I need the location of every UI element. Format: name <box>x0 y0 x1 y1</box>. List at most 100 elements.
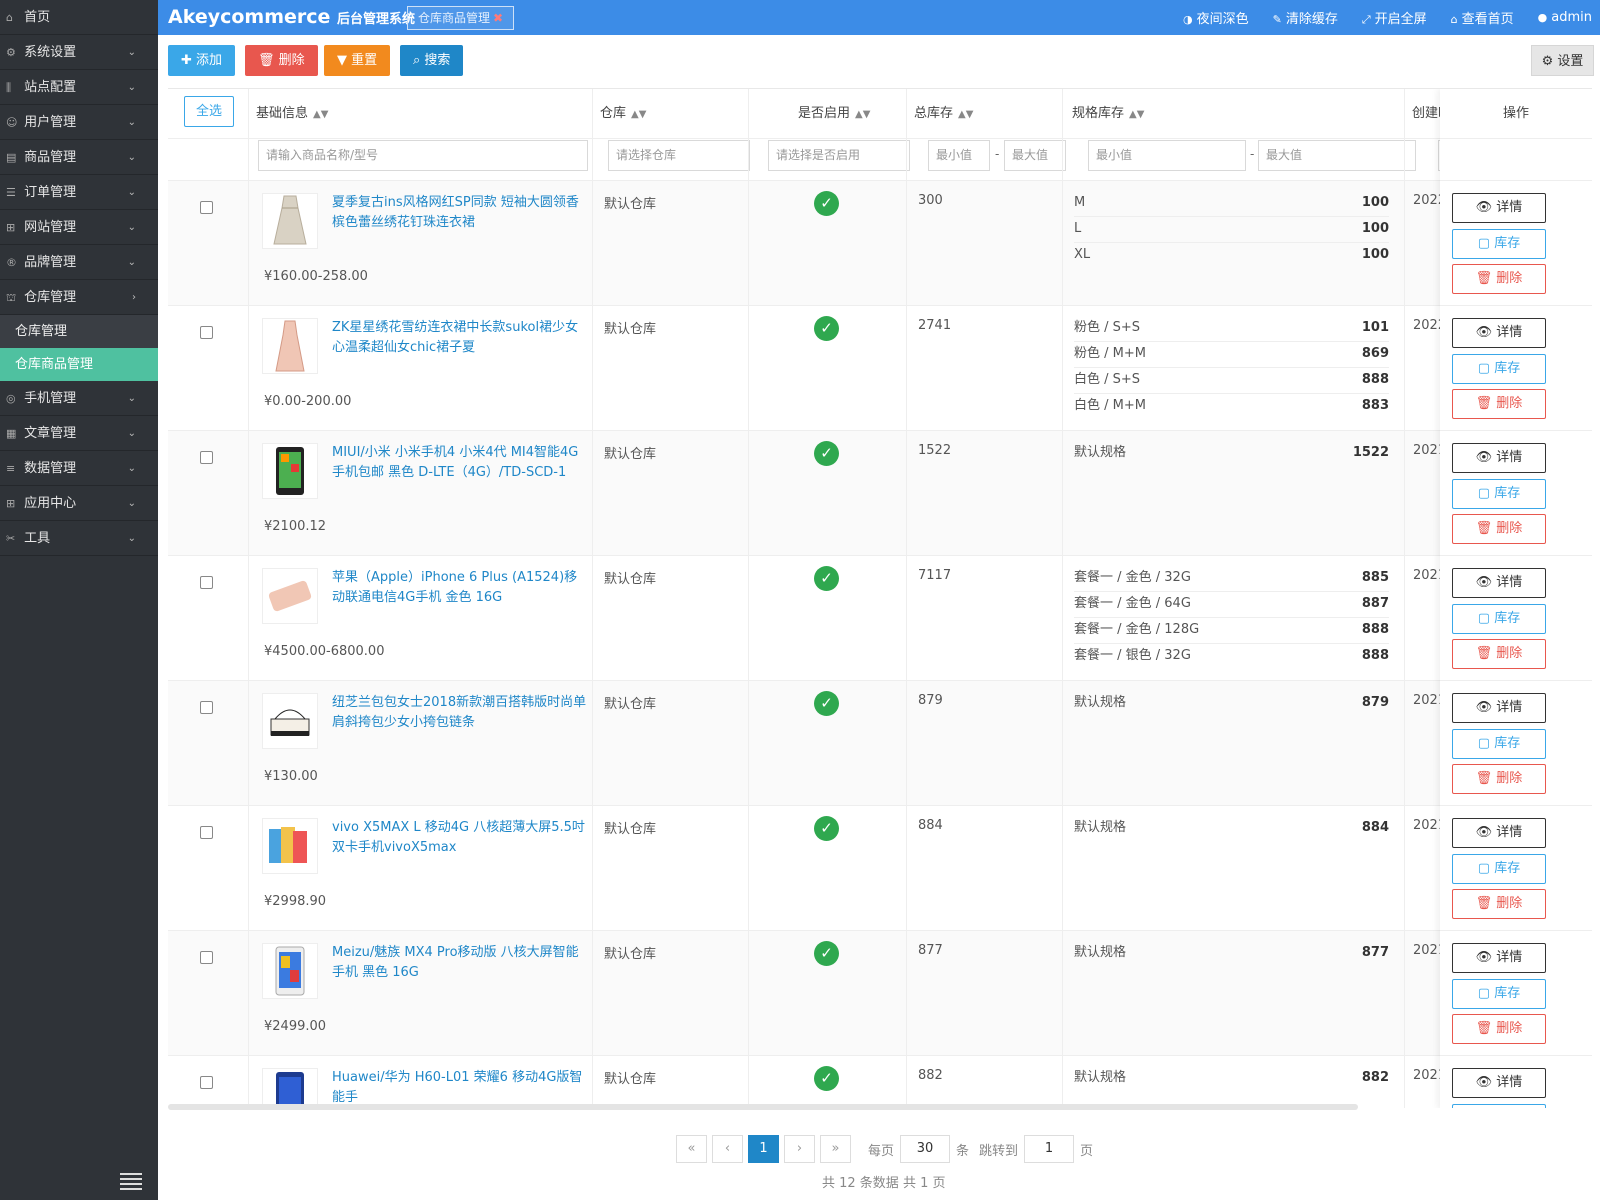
header-enabled[interactable]: 是否启用 ▲▼ <box>798 89 870 139</box>
product-thumbnail[interactable] <box>262 818 318 874</box>
row-checkbox[interactable] <box>200 326 213 339</box>
product-thumbnail[interactable] <box>262 443 318 499</box>
sort-icon[interactable]: ▲▼ <box>1129 109 1144 120</box>
top-link-4[interactable]: ● admin <box>1538 10 1592 25</box>
stock-min-input[interactable]: 最小值 <box>928 140 990 171</box>
brand-logo[interactable]: Akeycommerce 后台管理系统 <box>168 6 415 28</box>
spec-max-input[interactable]: 最大值 <box>1258 140 1416 171</box>
stock-button[interactable]: ▢ 库存 <box>1452 854 1546 884</box>
top-link-2[interactable]: ⤢ 开启全屏 <box>1362 8 1427 27</box>
prev-page-button[interactable]: ‹ <box>712 1135 743 1163</box>
sort-icon[interactable]: ▲▼ <box>855 109 870 120</box>
stock-button[interactable]: ▢ 库存 <box>1452 604 1546 634</box>
sidebar-item-3[interactable]: ☺ 用户管理 ⌄ <box>0 105 158 140</box>
tab-warehouse-goods[interactable]: 仓库商品管理 ✖ <box>407 6 515 30</box>
next-page-button[interactable]: › <box>784 1135 815 1163</box>
row-checkbox[interactable] <box>200 951 213 964</box>
warehouse-filter-select[interactable]: 请选择仓库 <box>608 140 750 171</box>
sidebar-item-a4[interactable]: ✂ 工具 ⌄ <box>0 521 158 556</box>
close-icon[interactable]: ✖ <box>493 11 503 25</box>
sidebar-subitem-0[interactable]: 仓库管理 <box>0 315 158 348</box>
jump-page-input[interactable]: 1 <box>1024 1135 1075 1163</box>
product-thumbnail[interactable] <box>262 1068 318 1108</box>
stock-max-input[interactable]: 最大值 <box>1004 140 1066 171</box>
row-checkbox[interactable] <box>200 1076 213 1089</box>
row-delete-button[interactable]: 🗑 删除 <box>1452 764 1546 794</box>
sidebar-item-2[interactable]: ⫼ 站点配置 ⌄ <box>0 70 158 105</box>
sidebar-item-1[interactable]: ⚙ 系统设置 ⌄ <box>0 35 158 70</box>
row-delete-button[interactable]: 🗑 删除 <box>1452 1014 1546 1044</box>
detail-button[interactable]: 👁 详情 <box>1452 693 1546 723</box>
page-1-button[interactable]: 1 <box>748 1135 779 1163</box>
sidebar-item-a1[interactable]: ▦ 文章管理 ⌄ <box>0 416 158 451</box>
product-name-link[interactable]: ZK星星绣花雪纺连衣裙中长款sukol裙少女心温柔超仙女chic裙子夏 <box>332 318 587 358</box>
header-spec-stock[interactable]: 规格库存 ▲▼ <box>1072 89 1144 139</box>
header-total-stock[interactable]: 总库存 ▲▼ <box>914 89 973 139</box>
sort-icon[interactable]: ▲▼ <box>313 109 328 120</box>
product-name-link[interactable]: Huawei/华为 H60-L01 荣耀6 移动4G版智能手 <box>332 1068 587 1108</box>
detail-button[interactable]: 👁 详情 <box>1452 1068 1546 1098</box>
stock-button[interactable]: ▢ 库存 <box>1452 479 1546 509</box>
product-thumbnail[interactable] <box>262 693 318 749</box>
product-thumbnail[interactable] <box>262 318 318 374</box>
add-button[interactable]: ✚ 添加 <box>168 45 236 76</box>
name-filter-input[interactable]: 请输入商品名称/型号 <box>258 140 588 171</box>
product-name-link[interactable]: 夏季复古ins风格网红SP同款 短袖大圆领香槟色蕾丝绣花钉珠连衣裙 <box>332 193 587 233</box>
settings-button[interactable]: ⚙ 设置 <box>1531 45 1594 76</box>
sidebar-item-5[interactable]: ☰ 订单管理 ⌄ <box>0 175 158 210</box>
row-checkbox[interactable] <box>200 451 213 464</box>
search-button[interactable]: ⌕ 搜索 <box>400 45 464 76</box>
top-link-3[interactable]: ⌂ 查看首页 <box>1451 8 1514 27</box>
detail-button[interactable]: 👁 详情 <box>1452 568 1546 598</box>
header-created[interactable]: 创建时 <box>1412 89 1442 139</box>
product-name-link[interactable]: Meizu/魅族 MX4 Pro移动版 八核大屏智能手机 黑色 16G <box>332 943 587 983</box>
header-basic[interactable]: 基础信息 ▲▼ <box>256 89 328 139</box>
spec-min-input[interactable]: 最小值 <box>1088 140 1246 171</box>
stock-button[interactable]: ▢ 库存 <box>1452 729 1546 759</box>
detail-button[interactable]: 👁 详情 <box>1452 193 1546 223</box>
sidebar-item-6[interactable]: ⊞ 网站管理 ⌄ <box>0 210 158 245</box>
sidebar-item-4[interactable]: ▤ 商品管理 ⌄ <box>0 140 158 175</box>
first-page-button[interactable]: « <box>676 1135 707 1163</box>
stock-button[interactable]: ▢ 库存 <box>1452 229 1546 259</box>
product-name-link[interactable]: MIUI/小米 小米手机4 小米4代 MI4智能4G手机包邮 黑色 D-LTE（… <box>332 443 587 483</box>
row-checkbox[interactable] <box>200 201 213 214</box>
detail-button[interactable]: 👁 详情 <box>1452 318 1546 348</box>
delete-button[interactable]: 🗑 删除 <box>245 45 318 76</box>
detail-button[interactable]: 👁 详情 <box>1452 443 1546 473</box>
horizontal-scrollbar[interactable] <box>168 1104 1358 1110</box>
stock-button[interactable]: ▢ 库存 <box>1452 354 1546 384</box>
reset-button[interactable]: ▼ 重置 <box>324 45 391 76</box>
enabled-filter-select[interactable]: 请选择是否启用 <box>768 140 910 171</box>
per-page-input[interactable]: 30 <box>900 1135 951 1163</box>
sidebar-item-a2[interactable]: ≡ 数据管理 ⌄ <box>0 451 158 486</box>
header-warehouse[interactable]: 仓库 ▲▼ <box>600 89 646 139</box>
select-all-button[interactable]: 全选 <box>184 96 234 127</box>
sidebar-item-0[interactable]: ⌂ 首页 <box>0 0 158 35</box>
sidebar-item-a3[interactable]: ⊞ 应用中心 ⌄ <box>0 486 158 521</box>
row-delete-button[interactable]: 🗑 删除 <box>1452 389 1546 419</box>
top-link-1[interactable]: ✎ 清除缓存 <box>1273 8 1338 27</box>
product-thumbnail[interactable] <box>262 943 318 999</box>
sidebar-subitem-1[interactable]: 仓库商品管理 <box>0 348 158 381</box>
row-delete-button[interactable]: 🗑 删除 <box>1452 639 1546 669</box>
top-link-0[interactable]: ◑ 夜间深色 <box>1183 8 1249 27</box>
product-thumbnail[interactable] <box>262 568 318 624</box>
stock-button[interactable]: ▢ 库存 <box>1452 979 1546 1009</box>
row-delete-button[interactable]: 🗑 删除 <box>1452 264 1546 294</box>
product-name-link[interactable]: 苹果（Apple）iPhone 6 Plus (A1524)移动联通电信4G手机… <box>332 568 587 608</box>
detail-button[interactable]: 👁 详情 <box>1452 943 1546 973</box>
product-name-link[interactable]: vivo X5MAX L 移动4G 八核超薄大屏5.5吋双卡手机vivoX5ma… <box>332 818 587 858</box>
sort-icon[interactable]: ▲▼ <box>631 109 646 120</box>
sidebar-item-a0[interactable]: ◎ 手机管理 ⌄ <box>0 381 158 416</box>
row-checkbox[interactable] <box>200 576 213 589</box>
product-name-link[interactable]: 纽芝兰包包女士2018新款潮百搭韩版时尚单肩斜挎包少女小挎包链条 <box>332 693 587 733</box>
sort-icon[interactable]: ▲▼ <box>958 109 973 120</box>
row-delete-button[interactable]: 🗑 删除 <box>1452 889 1546 919</box>
row-checkbox[interactable] <box>200 826 213 839</box>
product-thumbnail[interactable] <box>262 193 318 249</box>
sidebar-item-8[interactable]: ⛫ 仓库管理 › <box>0 280 158 315</box>
row-checkbox[interactable] <box>200 701 213 714</box>
stock-button[interactable]: ▢ 库存 <box>1452 1104 1546 1108</box>
sidebar-collapse-icon[interactable] <box>120 1170 142 1190</box>
